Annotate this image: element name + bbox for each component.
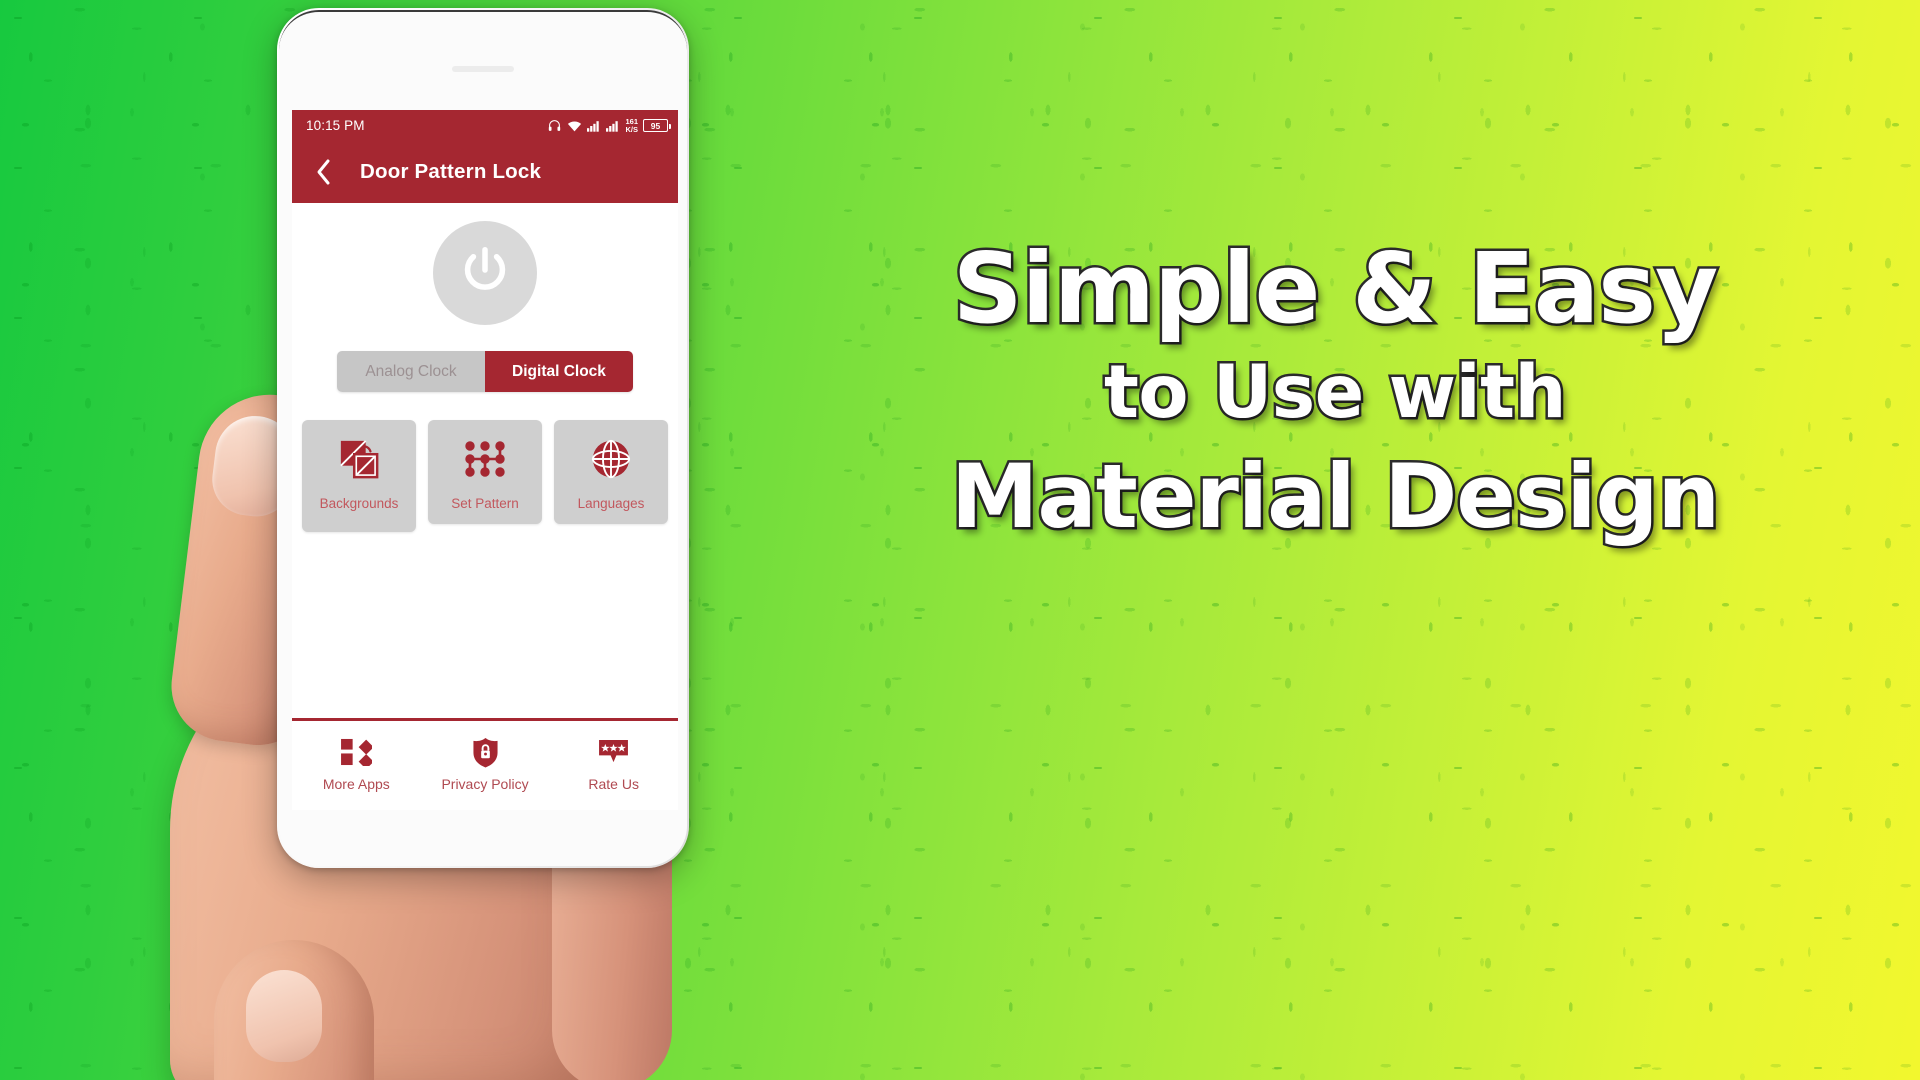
stars-badge-icon	[597, 735, 630, 769]
signal-bars-icon	[587, 120, 601, 132]
card-label-set-pattern: Set Pattern	[451, 496, 519, 511]
wifi-icon	[567, 120, 582, 132]
card-backgrounds[interactable]: Backgrounds	[302, 420, 416, 532]
nav-label-privacy-policy: Privacy Policy	[441, 776, 529, 792]
signal-bars-icon-2	[606, 120, 620, 132]
phone-screen: 10:15 PM 161 K/S 95 Door Pattern Lock An…	[292, 110, 678, 810]
status-bar: 10:15 PM 161 K/S 95	[292, 110, 678, 141]
apps-grid-icon	[340, 735, 372, 769]
network-speed-indicator: 161 K/S	[625, 117, 638, 134]
promo-line-3: Material Design	[948, 443, 1722, 551]
battery-icon: 95	[643, 119, 671, 132]
images-stack-icon	[308, 434, 410, 484]
page-title: Door Pattern Lock	[360, 160, 542, 183]
power-button-area	[292, 221, 678, 325]
feature-cards: Backgrounds Set Pattern Languages	[302, 420, 668, 532]
promo-banner: 10:15 PM 161 K/S 95 Door Pattern Lock An…	[0, 0, 1920, 1080]
nav-item-privacy-policy[interactable]: Privacy Policy	[421, 721, 550, 810]
pattern-dots-icon	[434, 434, 536, 484]
clock-style-toggle[interactable]: Analog Clock Digital Clock	[337, 351, 633, 392]
promo-line-2: to Use with	[1102, 347, 1569, 437]
promo-headline: Simple & Easy to Use with Material Desig…	[790, 232, 1880, 551]
network-speed-unit: K/S	[625, 124, 638, 134]
status-bar-clock: 10:15 PM	[306, 118, 365, 133]
earpiece-speaker	[452, 66, 514, 72]
headphones-icon	[547, 119, 562, 132]
back-button[interactable]	[306, 158, 340, 186]
power-icon	[456, 242, 514, 305]
toggle-digital-clock[interactable]: Digital Clock	[485, 351, 633, 392]
toggle-analog-clock[interactable]: Analog Clock	[337, 351, 485, 392]
nav-item-rate-us[interactable]: Rate Us	[549, 721, 678, 810]
status-bar-icons: 161 K/S 95	[547, 117, 671, 134]
app-bar: Door Pattern Lock	[292, 141, 678, 203]
promo-line-1: Simple & Easy	[950, 232, 1720, 345]
nav-label-rate-us: Rate Us	[588, 776, 639, 792]
smartphone-device: 10:15 PM 161 K/S 95 Door Pattern Lock An…	[277, 8, 689, 868]
power-toggle-button[interactable]	[433, 221, 537, 325]
nav-label-more-apps: More Apps	[322, 776, 390, 792]
battery-percent: 95	[650, 120, 661, 131]
card-label-languages: Languages	[577, 496, 645, 511]
card-label-backgrounds: Backgrounds	[319, 496, 399, 511]
app-content: Analog Clock Digital Clock Backgrounds S…	[292, 221, 678, 810]
nav-item-more-apps[interactable]: More Apps	[292, 721, 421, 810]
phone-body: 10:15 PM 161 K/S 95 Door Pattern Lock An…	[279, 10, 687, 866]
fingernail-lower	[246, 970, 322, 1062]
bottom-navigation: More Apps Privacy Policy Rate Us	[292, 718, 678, 810]
globe-icon	[560, 434, 662, 484]
card-set-pattern[interactable]: Set Pattern	[428, 420, 542, 524]
card-languages[interactable]: Languages	[554, 420, 668, 524]
shield-lock-icon	[472, 735, 499, 769]
